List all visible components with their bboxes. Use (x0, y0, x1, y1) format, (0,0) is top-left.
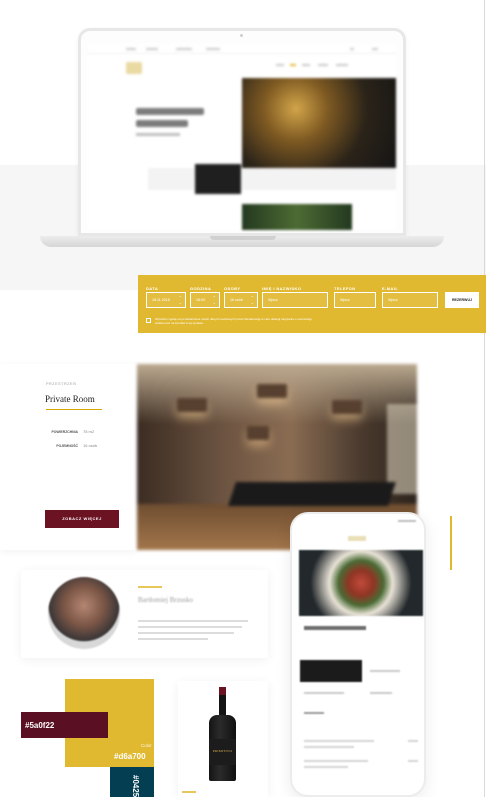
wine-card: PRIMITIVO (178, 681, 268, 797)
see-more-button[interactable]: ZOBACZ WIĘCEJ (45, 510, 119, 528)
maroon-hex: #5a0f22 (25, 721, 55, 730)
screen-green-banner (242, 204, 352, 230)
consent-text: Wyrażam zgodę na przetwarzanie moich dan… (155, 317, 312, 325)
time-field[interactable]: 18:00 ⌃ ⌄ (190, 292, 220, 308)
guests-field[interactable]: 16 osób ⌃ ⌄ (224, 292, 258, 308)
chef-card: Bartłomiej Brzusko (21, 570, 268, 658)
date-field[interactable]: 18.11.2018 ⌃ ⌄ (146, 292, 186, 308)
section-label: PRZESTRZEŃ (46, 382, 77, 386)
phone-logo (348, 536, 366, 541)
portfolio-page: DATA GODZINA OSOBY IMIĘ I NAZWISKO TELEF… (0, 0, 486, 797)
private-room-card: PRZESTRZEŃ Private Room POWIERZCHNIA 78 … (0, 364, 137, 550)
stepper-icon[interactable]: ⌃ ⌄ (251, 295, 254, 305)
navy-hex: #04253 (131, 775, 140, 797)
phone-mockup (290, 512, 426, 797)
yellow-hex: #d6a700 (114, 752, 146, 761)
capacity-label: POJEMNOŚĆ (56, 444, 78, 448)
time-label: GODZINA (190, 286, 212, 291)
reserve-button[interactable]: REZERWUJ (445, 292, 479, 308)
capacity-value: 16 osób (83, 443, 98, 448)
date-label: DATA (146, 286, 159, 291)
wine-brand: PRIMITIVO (212, 749, 233, 753)
right-divider (484, 0, 485, 797)
phone-screen-preview (292, 514, 424, 795)
title-underline (46, 409, 102, 410)
chef-name: Bartłomiej Brzusko (138, 596, 194, 604)
phone-title (304, 626, 366, 630)
phone-field[interactable]: Wpisz (334, 292, 376, 308)
area-label: POWIERZCHNIA (51, 430, 78, 434)
laptop-screen-preview (88, 44, 396, 230)
screen-hero-title (136, 108, 204, 115)
stepper-icon[interactable]: ⌃ ⌄ (213, 295, 216, 305)
email-label: E-MAIL (382, 286, 399, 291)
email-field[interactable]: Wpisz (382, 292, 438, 308)
guests-label: OSOBY (224, 286, 241, 291)
name-label: IMIĘ I NAZWISKO (262, 286, 302, 291)
accent-line (450, 516, 452, 570)
phone-button (300, 660, 362, 682)
stepper-icon[interactable]: ⌃ ⌄ (179, 295, 182, 305)
phone-label: TELEFON (334, 286, 356, 291)
private-room-title: Private Room (45, 394, 95, 404)
reservation-form: DATA GODZINA OSOBY IMIĘ I NAZWISKO TELEF… (138, 275, 486, 333)
screen-logo (126, 62, 142, 74)
area-value: 78 m2 (83, 429, 95, 434)
phone-food-image (299, 550, 423, 616)
screen-top-nav (88, 44, 396, 54)
color-caption: Color (141, 743, 152, 748)
laptop-camera (240, 34, 243, 37)
screen-hero-image (242, 78, 396, 180)
consent-checkbox[interactable] (146, 318, 151, 323)
chef-avatar (48, 577, 120, 649)
name-field[interactable]: Wpisz (262, 292, 328, 308)
